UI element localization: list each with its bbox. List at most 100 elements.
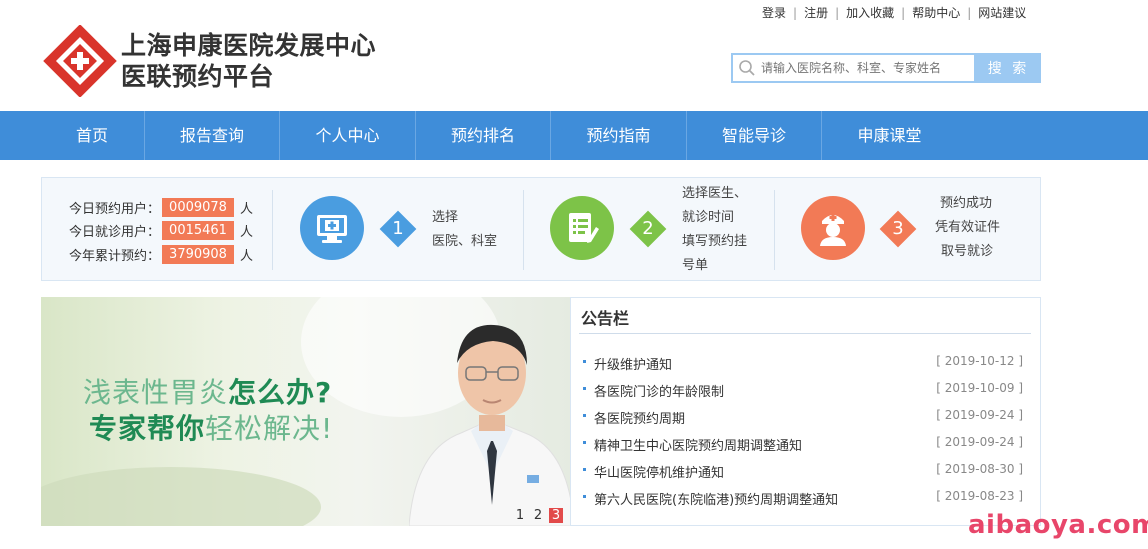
top-links: 登录 | 注册 | 加入收藏 | 帮助中心 | 网站建议	[762, 4, 1026, 21]
notice-item[interactable]: 各医院门诊的年龄限制 [ 2019-10-09 ]	[583, 379, 1023, 406]
banner-text: 轻松解决!	[205, 412, 334, 445]
step3-number: 3	[892, 218, 904, 239]
bullet-icon	[583, 360, 586, 363]
nav-personal-center[interactable]: 个人中心	[280, 111, 416, 160]
notice-item-date: [ 2019-10-09 ]	[936, 381, 1023, 395]
step1-number: 1	[392, 218, 404, 239]
stat-value: 0015461	[162, 220, 234, 240]
step-line: 取号就诊	[941, 244, 994, 259]
search-input[interactable]	[761, 58, 973, 78]
step-line: 预约成功	[940, 196, 993, 211]
step1-text: 选择 医院、科室	[432, 206, 497, 254]
divider	[579, 333, 1031, 334]
bullet-icon	[583, 441, 586, 444]
notice-item[interactable]: 精神卫生中心医院预约周期调整通知 [ 2019-09-24 ]	[583, 433, 1023, 460]
notice-item-title[interactable]: 各医院门诊的年龄限制	[594, 381, 724, 400]
step2-number: 2	[642, 218, 654, 239]
stat-row-year-total: 今年累计预约： 3790908 人	[62, 244, 253, 264]
nav-shenkang-class[interactable]: 申康课堂	[822, 111, 957, 160]
nav-home[interactable]: 首页	[40, 111, 145, 160]
stat-label: 今日预约用户：	[68, 201, 160, 217]
search-button[interactable]: 搜 索	[976, 53, 1041, 83]
notice-item-title[interactable]: 各医院预约周期	[594, 408, 685, 427]
banner-text-emphasis: 怎么办?	[228, 376, 333, 409]
login-link[interactable]: 登录	[762, 4, 786, 21]
divider: |	[793, 5, 798, 20]
nurse-icon	[820, 214, 846, 246]
step-line: 填写预约挂	[682, 234, 748, 249]
step-line: 医院、科室	[432, 234, 498, 249]
notice-item[interactable]: 升级维护通知 [ 2019-10-12 ]	[583, 352, 1023, 379]
notice-item[interactable]: 华山医院停机维护通知 [ 2019-08-30 ]	[583, 460, 1023, 487]
banner-headline-1: 浅表性胃炎怎么办?	[83, 371, 332, 411]
divider: |	[835, 5, 840, 20]
stat-unit: 人	[240, 224, 254, 240]
stat-unit: 人	[240, 201, 254, 217]
stat-value: 0009078	[162, 197, 234, 217]
form-pencil-icon	[569, 213, 599, 243]
banner-headline-2: 专家帮你轻松解决!	[89, 407, 333, 447]
divider	[272, 190, 273, 270]
step2-text: 选择医生、 就诊时间 填写预约挂 号单	[682, 182, 747, 278]
doctor-photo	[409, 324, 570, 526]
watermark: aibaoya.com	[968, 510, 1148, 540]
notice-item-title[interactable]: 第六人民医院(东院临港)预约周期调整通知	[594, 489, 838, 508]
step-line: 选择医生、	[682, 186, 748, 201]
step-line: 选择	[432, 210, 459, 225]
divider: |	[901, 5, 906, 20]
stat-row-today-appointments: 今日预约用户： 0009078 人	[62, 197, 253, 217]
banner-background	[41, 467, 321, 526]
site-title[interactable]: 上海申康医院发展中心 医联预约平台	[121, 30, 376, 92]
monitor-hospital-icon	[317, 215, 347, 243]
notice-list: 升级维护通知 [ 2019-10-12 ] 各医院门诊的年龄限制 [ 2019-…	[583, 352, 1023, 514]
divider: |	[967, 5, 972, 20]
register-link[interactable]: 注册	[804, 4, 828, 21]
banner-pagination: 1 2 3	[513, 508, 563, 523]
step1-circle	[300, 196, 364, 260]
banner-carousel[interactable]: 浅表性胃炎怎么办? 专家帮你轻松解决!	[41, 297, 570, 526]
bullet-icon	[583, 414, 586, 417]
notice-item-date: [ 2019-08-23 ]	[936, 489, 1023, 503]
search-icon	[739, 60, 755, 76]
stat-value: 3790908	[162, 244, 234, 264]
banner-dot-1[interactable]: 1	[513, 508, 527, 523]
step-line: 就诊时间	[682, 210, 735, 225]
notice-item-title[interactable]: 华山医院停机维护通知	[594, 462, 724, 481]
help-center-link[interactable]: 帮助中心	[912, 4, 960, 21]
bullet-icon	[583, 387, 586, 390]
step3-circle	[801, 196, 865, 260]
nav-appointment-ranking[interactable]: 预约排名	[416, 111, 551, 160]
search-box	[731, 53, 976, 83]
notice-item[interactable]: 各医院预约周期 [ 2019-09-24 ]	[583, 406, 1023, 433]
banner-text-emphasis: 专家帮你	[89, 412, 206, 445]
notice-item-date: [ 2019-09-24 ]	[936, 408, 1023, 422]
nav-report-query[interactable]: 报告查询	[145, 111, 280, 160]
site-logo-icon[interactable]	[42, 24, 118, 98]
step-line: 号单	[682, 258, 709, 273]
site-title-line1: 上海申康医院发展中心	[121, 31, 377, 60]
banner-dot-3[interactable]: 3	[549, 508, 563, 523]
notice-item-date: [ 2019-10-12 ]	[936, 354, 1023, 368]
stats-panel: 今日预约用户： 0009078 人 今日就诊用户： 0015461 人 今年累计…	[41, 177, 1041, 281]
stat-label: 今日就诊用户：	[68, 224, 160, 240]
banner-text: 浅表性胃炎	[83, 376, 229, 409]
main-nav: 首页 报告查询 个人中心 预约排名 预约指南 智能导诊 申康课堂	[0, 111, 1148, 160]
notice-item-date: [ 2019-08-30 ]	[936, 462, 1023, 476]
nav-appointment-guide[interactable]: 预约指南	[551, 111, 687, 160]
stat-label: 今年累计预约：	[68, 248, 160, 264]
feedback-link[interactable]: 网站建议	[978, 4, 1026, 21]
step2-circle	[550, 196, 614, 260]
step-line: 凭有效证件	[935, 220, 1001, 235]
notice-item-title[interactable]: 升级维护通知	[594, 354, 672, 373]
notice-board: 公告栏 升级维护通知 [ 2019-10-12 ] 各医院门诊的年龄限制 [ 2…	[570, 297, 1041, 526]
divider	[774, 190, 775, 270]
site-title-line2: 医联预约平台	[121, 62, 275, 91]
notice-item[interactable]: 第六人民医院(东院临港)预约周期调整通知 [ 2019-08-23 ]	[583, 487, 1023, 514]
notice-item-date: [ 2019-09-24 ]	[936, 435, 1023, 449]
notice-item-title[interactable]: 精神卫生中心医院预约周期调整通知	[594, 435, 802, 454]
nav-smart-guide[interactable]: 智能导诊	[687, 111, 822, 160]
banner-dot-2[interactable]: 2	[531, 508, 545, 523]
add-favorite-link[interactable]: 加入收藏	[846, 4, 894, 21]
step3-text: 预约成功 凭有效证件 取号就诊	[935, 192, 1000, 264]
stat-unit: 人	[240, 248, 254, 264]
